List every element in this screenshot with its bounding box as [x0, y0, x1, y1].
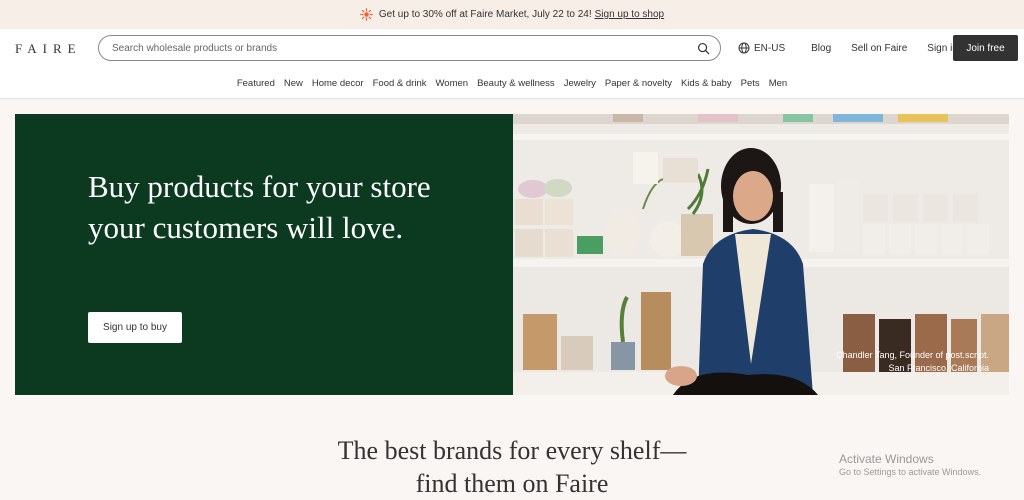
- category-paper-novelty[interactable]: Paper & novelty: [605, 78, 672, 89]
- category-home-decor[interactable]: Home decor: [312, 78, 364, 89]
- category-food-drink[interactable]: Food & drink: [373, 78, 427, 89]
- language-label: EN-US: [754, 42, 786, 54]
- promo-text: Get up to 30% off at Faire Market, July …: [378, 9, 592, 20]
- top-header: FAIRE EN-US Blog Sell on Faire Sign in J…: [0, 29, 1024, 67]
- activate-windows-subtitle: Go to Settings to activate Windows.: [839, 467, 982, 477]
- section-tagline: The best brands for every shelf— find th…: [212, 434, 812, 500]
- sun-icon: [360, 8, 373, 21]
- header-nav: EN-US Blog Sell on Faire Sign in: [738, 35, 958, 61]
- category-nav: Featured New Home decor Food & drink Wom…: [0, 73, 1024, 93]
- caption-name: Chandler Tang, Founder of post.script.: [836, 350, 989, 360]
- promo-signup-link[interactable]: Sign up to shop: [595, 9, 665, 20]
- tagline-line1: The best brands for every shelf—: [337, 436, 687, 465]
- sign-up-to-buy-button[interactable]: Sign up to buy: [88, 312, 182, 343]
- category-men[interactable]: Men: [769, 78, 787, 89]
- hero-title: Buy products for your store your custome…: [88, 169, 431, 245]
- faire-logo[interactable]: FAIRE: [15, 41, 82, 57]
- search-bar[interactable]: [98, 35, 721, 61]
- hero-photo: Chandler Tang, Founder of post.script. S…: [513, 114, 1009, 395]
- category-kids-baby[interactable]: Kids & baby: [681, 78, 732, 89]
- category-women[interactable]: Women: [436, 78, 469, 89]
- tagline-line2: find them on Faire: [415, 469, 609, 498]
- category-jewelry[interactable]: Jewelry: [564, 78, 596, 89]
- language-selector[interactable]: EN-US: [738, 42, 785, 54]
- caption-location: San Francisco, California: [888, 363, 989, 373]
- search-input[interactable]: [112, 42, 697, 54]
- join-free-button[interactable]: Join free: [953, 35, 1018, 61]
- activate-windows-title: Activate Windows: [839, 452, 934, 466]
- photo-caption: Chandler Tang, Founder of post.script. S…: [836, 349, 989, 375]
- hero-panel: Buy products for your store your custome…: [15, 114, 513, 395]
- category-featured[interactable]: Featured: [237, 78, 275, 89]
- category-pets[interactable]: Pets: [741, 78, 760, 89]
- search-icon[interactable]: [697, 42, 710, 55]
- promo-banner: Get up to 30% off at Faire Market, July …: [0, 0, 1024, 29]
- globe-icon: [738, 42, 750, 54]
- blog-link[interactable]: Blog: [811, 43, 831, 54]
- category-new[interactable]: New: [284, 78, 303, 89]
- category-beauty-wellness[interactable]: Beauty & wellness: [477, 78, 555, 89]
- sell-on-faire-link[interactable]: Sell on Faire: [851, 43, 907, 54]
